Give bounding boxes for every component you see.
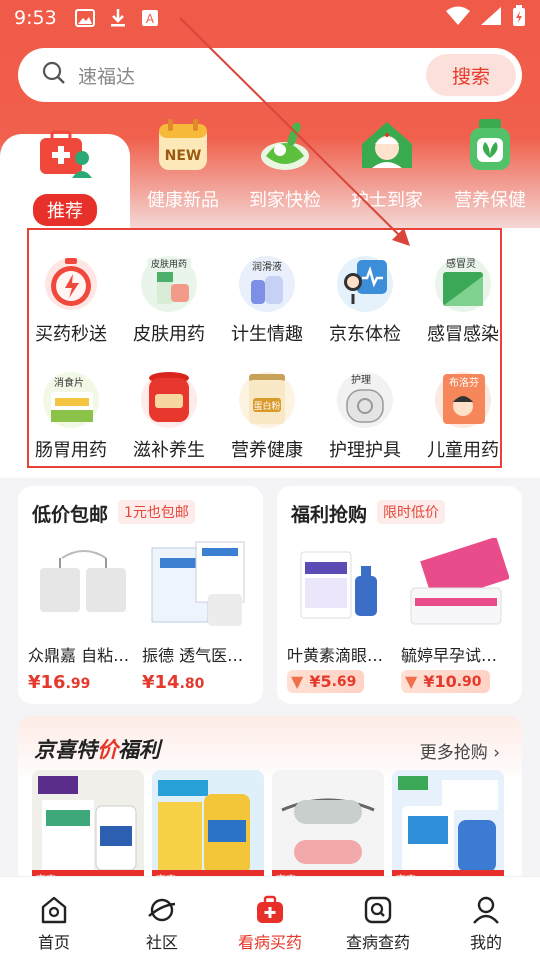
highlight-frame bbox=[27, 228, 502, 468]
status-time: 9:53 bbox=[14, 7, 57, 29]
bottom-navigation: 首页 社区 看病买药 查病查药 我的 bbox=[0, 876, 540, 960]
medical-kit-icon bbox=[36, 124, 94, 182]
product-price: ¥16.99 bbox=[28, 672, 91, 693]
nav-community[interactable]: 社区 bbox=[108, 877, 216, 960]
low-price-card[interactable]: 低价包邮 1元也包邮 众鼎嘉 自粘… ¥16.99 振德 透气医… ¥14.80 bbox=[18, 486, 263, 704]
product-name: 众鼎嘉 自粘… bbox=[28, 646, 130, 665]
more-deals-link[interactable]: 更多抢购 › bbox=[420, 738, 500, 763]
nav-label: 首页 bbox=[37, 933, 70, 952]
card-title: 低价包邮 bbox=[32, 504, 109, 526]
medical-bag-icon bbox=[255, 895, 285, 925]
svg-text:A: A bbox=[146, 12, 155, 26]
product-image bbox=[146, 538, 250, 634]
deal-thumbnail[interactable]: 京喜 bbox=[392, 770, 504, 886]
product-name: 毓婷早孕试… bbox=[401, 646, 498, 665]
product-price: ¥14.80 bbox=[142, 672, 205, 693]
category-label: 到家快检 bbox=[249, 190, 321, 211]
search-button[interactable]: 搜索 bbox=[426, 54, 516, 96]
status-bar: 9:53 A bbox=[0, 0, 540, 36]
price-down-arrow-icon: ▼ bbox=[405, 672, 418, 691]
supplement-bottle-icon bbox=[461, 116, 519, 174]
welfare-flash-card[interactable]: 福利抢购 限时低价 叶黄素滴眼… ▼ ¥5.69 毓婷早孕试… ▼ ¥10.90 bbox=[277, 486, 522, 704]
product-image bbox=[32, 538, 136, 634]
product-item[interactable]: 众鼎嘉 自粘… ¥16.99 bbox=[28, 538, 140, 693]
product-price-badge: ▼ ¥10.90 bbox=[401, 670, 490, 693]
planet-icon bbox=[147, 895, 177, 925]
search-icon bbox=[42, 61, 66, 89]
product-price-badge: ▼ ¥5.69 bbox=[287, 670, 365, 693]
battery-charging-icon bbox=[512, 4, 526, 32]
nav-profile[interactable]: 我的 bbox=[432, 877, 540, 960]
nav-home[interactable]: 首页 bbox=[0, 877, 108, 960]
font-notification-icon: A bbox=[141, 9, 159, 27]
svg-text:NEW: NEW bbox=[165, 148, 202, 164]
nav-label: 查病查药 bbox=[345, 933, 410, 952]
product-name: 叶黄素滴眼… bbox=[287, 646, 384, 665]
test-tube-icon bbox=[256, 116, 314, 174]
jingxi-deals-section: 京喜特价福利 更多抢购 › 京喜 京喜 京喜 京喜 bbox=[18, 716, 522, 886]
nav-label: 我的 bbox=[469, 933, 502, 952]
product-image bbox=[405, 536, 510, 634]
image-notification-icon bbox=[74, 9, 95, 27]
search-box-icon bbox=[363, 895, 393, 925]
nav-label: 社区 bbox=[145, 933, 178, 952]
wifi-icon bbox=[446, 6, 470, 31]
nav-lookup[interactable]: 查病查药 bbox=[324, 877, 432, 960]
product-image bbox=[291, 538, 395, 634]
nav-label: 看病买药 bbox=[237, 933, 302, 952]
deal-thumbnail[interactable]: 京喜 bbox=[152, 770, 264, 886]
category-label: 推荐 bbox=[33, 194, 97, 226]
product-item[interactable]: 毓婷早孕试… ▼ ¥10.90 bbox=[401, 536, 513, 693]
category-recommend[interactable]: 推荐 bbox=[15, 124, 115, 226]
price-down-arrow-icon: ▼ bbox=[291, 672, 304, 691]
nav-medicine[interactable]: 看病买药 bbox=[216, 877, 324, 960]
product-item[interactable]: 振德 透气医… ¥14.80 bbox=[142, 538, 254, 693]
search-placeholder[interactable]: 速福达 bbox=[78, 62, 135, 89]
category-nutrition[interactable]: 营养保健 bbox=[440, 116, 540, 212]
category-label: 营养保健 bbox=[454, 190, 526, 211]
product-name: 振德 透气医… bbox=[142, 646, 244, 665]
card-tag: 1元也包邮 bbox=[118, 500, 195, 524]
section-title: 京喜特价福利 bbox=[34, 738, 160, 762]
home-icon bbox=[39, 895, 69, 925]
deal-thumbnail[interactable]: 京喜 bbox=[32, 770, 144, 886]
category-nurse-home[interactable]: 护士到家 bbox=[337, 116, 437, 212]
product-item[interactable]: 叶黄素滴眼… ▼ ¥5.69 bbox=[287, 538, 399, 693]
category-label: 护士到家 bbox=[351, 190, 423, 211]
card-title: 福利抢购 bbox=[291, 504, 368, 526]
category-home-test[interactable]: 到家快检 bbox=[235, 116, 335, 212]
signal-icon bbox=[480, 6, 502, 31]
category-row: 推荐 NEW 健康新品 到家快检 护士到家 营养保健 bbox=[0, 116, 540, 244]
person-icon bbox=[471, 895, 501, 925]
nurse-icon bbox=[358, 116, 416, 174]
deal-thumbnail[interactable]: 京喜 bbox=[272, 770, 384, 886]
new-calendar-icon: NEW bbox=[154, 116, 212, 174]
card-tag: 限时低价 bbox=[377, 500, 445, 524]
download-icon bbox=[109, 8, 127, 28]
category-new-products[interactable]: NEW 健康新品 bbox=[133, 116, 233, 212]
category-label: 健康新品 bbox=[147, 190, 219, 211]
search-bar[interactable]: 速福达 搜索 bbox=[18, 48, 522, 102]
